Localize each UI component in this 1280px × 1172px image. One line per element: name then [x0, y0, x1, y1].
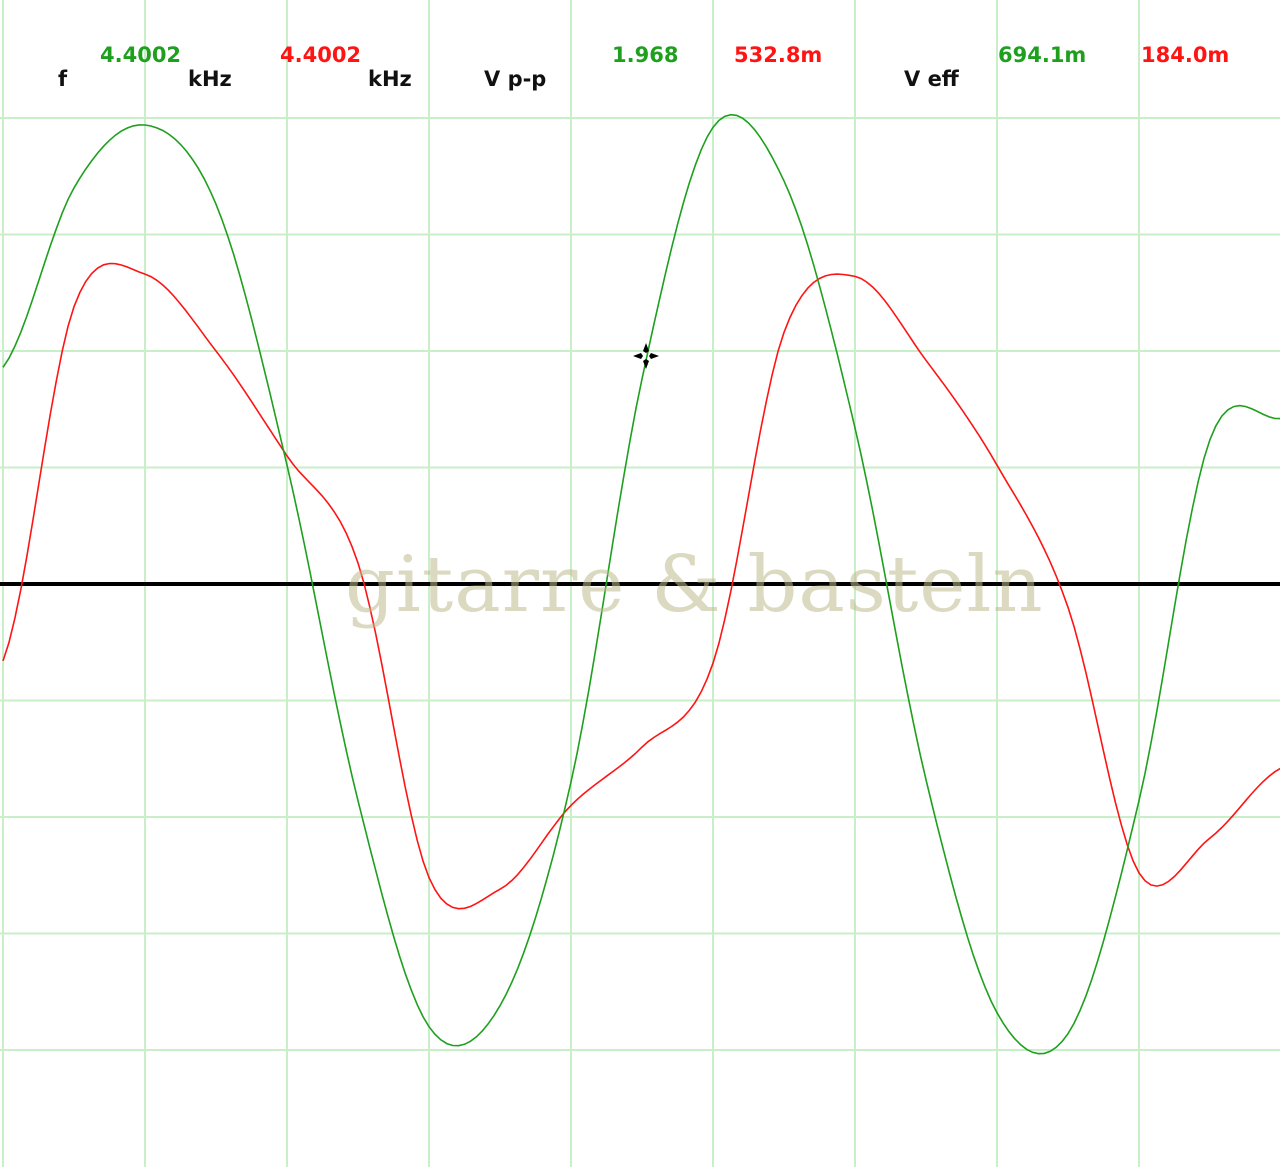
veff-label: V eff	[904, 67, 959, 91]
watermark: gitarre & basteln	[345, 540, 1044, 630]
freq-ch1-value: 4.4002	[100, 43, 182, 67]
vpp-ch2-value: 532.8m	[734, 43, 823, 67]
freq-unit-ch2: kHz	[368, 67, 412, 91]
freq-unit-ch1: kHz	[188, 67, 232, 91]
veff-ch1-value: 694.1m	[998, 43, 1087, 67]
freq-ch2-value: 4.4002	[280, 43, 362, 67]
freq-label: f	[58, 67, 68, 91]
vpp-ch1-value: 1.968	[612, 43, 679, 67]
vpp-label: V p-p	[484, 67, 547, 91]
veff-ch2-value: 184.0m	[1141, 43, 1230, 67]
crosshair-cursor-icon[interactable]	[633, 343, 659, 369]
oscilloscope-display: gitarre & basteln f 4.4002 kHz 4.4002 kH…	[0, 0, 1280, 1167]
